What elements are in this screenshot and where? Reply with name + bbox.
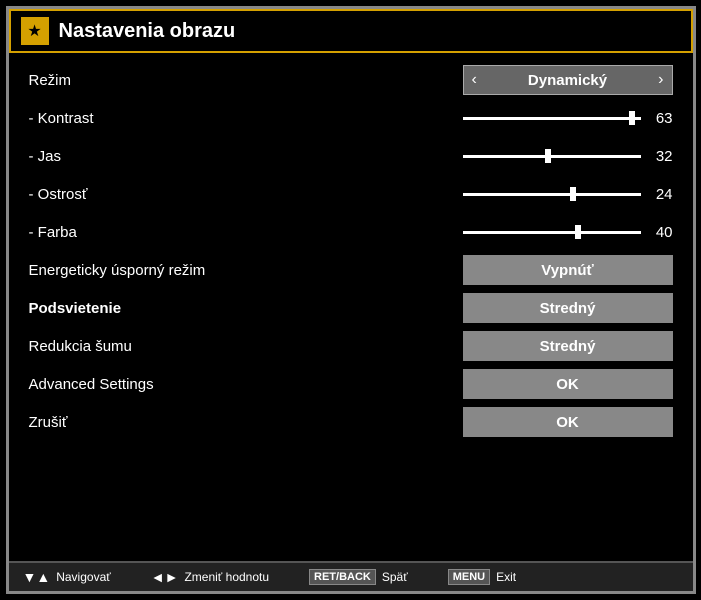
change-arrows-icon: ◄► <box>151 569 179 585</box>
footer-back-key: RET/BACK <box>309 569 376 585</box>
title-bar: ★ Nastavenia obrazu <box>9 9 693 53</box>
label-farba: - Farba <box>29 224 269 241</box>
mode-prev-arrow[interactable]: ‹ <box>472 71 477 89</box>
control-advanced[interactable]: OK <box>453 369 673 399</box>
row-zrusit: Zrušiť OK <box>29 403 673 441</box>
footer-back-label: Späť <box>382 570 408 584</box>
slider-value: 63 <box>649 110 673 127</box>
slider-value: 24 <box>649 186 673 203</box>
btn-advanced[interactable]: OK <box>463 369 673 399</box>
slider-track[interactable] <box>463 155 641 158</box>
label-redukcia: Redukcia šumu <box>29 338 269 355</box>
row-kontrast: - Kontrast 63 <box>29 99 673 137</box>
slider-value: 32 <box>649 148 673 165</box>
label-zrusit: Zrušiť <box>29 414 269 431</box>
screen: ★ Nastavenia obrazu Režim ‹ Dynamický › … <box>6 6 696 594</box>
settings-content: Režim ‹ Dynamický › - Kontrast 63 - Jas … <box>9 53 693 561</box>
slider-thumb[interactable] <box>575 225 581 239</box>
row-rezim: Režim ‹ Dynamický › <box>29 61 673 99</box>
control-energy[interactable]: Vypnúť <box>453 255 673 285</box>
mode-value: Dynamický <box>528 72 607 89</box>
row-farba: - Farba 40 <box>29 213 673 251</box>
slider-track[interactable] <box>463 193 641 196</box>
btn-podsvietenie[interactable]: Stredný <box>463 293 673 323</box>
control-rezim[interactable]: ‹ Dynamický › <box>453 65 673 95</box>
label-rezim: Režim <box>29 72 269 89</box>
row-energy: Energeticky úsporný režim Vypnúť <box>29 251 673 289</box>
footer-back-group: RET/BACK Späť <box>309 569 408 585</box>
row-advanced: Advanced Settings OK <box>29 365 673 403</box>
footer-change-keys: ◄► <box>151 569 179 585</box>
footer-nav-label: Navigovať <box>56 570 111 584</box>
label-jas: - Jas <box>29 148 269 165</box>
control-kontrast: 63 <box>453 110 673 127</box>
btn-redukcia[interactable]: Stredný <box>463 331 673 361</box>
mode-next-arrow[interactable]: › <box>658 71 663 89</box>
slider-thumb[interactable] <box>545 149 551 163</box>
slider-thumb[interactable] <box>629 111 635 125</box>
footer-menu-group: MENU Exit <box>448 569 516 585</box>
footer-menu-label: Exit <box>496 570 516 584</box>
slider-value: 40 <box>649 224 673 241</box>
control-farba: 40 <box>453 224 673 241</box>
control-podsvietenie[interactable]: Stredný <box>453 293 673 323</box>
footer: ▼▲ Navigovať ◄► Zmeniť hodnotu RET/BACK … <box>9 561 693 591</box>
footer-change-label: Zmeniť hodnotu <box>184 570 269 584</box>
slider-ostrost[interactable]: 24 <box>463 186 673 203</box>
footer-menu-key: MENU <box>448 569 490 585</box>
mode-selector[interactable]: ‹ Dynamický › <box>463 65 673 95</box>
slider-kontrast[interactable]: 63 <box>463 110 673 127</box>
row-podsvietenie: Podsvietenie Stredný <box>29 289 673 327</box>
control-redukcia[interactable]: Stredný <box>453 331 673 361</box>
footer-nav-group: ▼▲ Navigovať <box>23 569 111 585</box>
label-energy: Energeticky úsporný režim <box>29 262 269 279</box>
btn-energy[interactable]: Vypnúť <box>463 255 673 285</box>
slider-jas[interactable]: 32 <box>463 148 673 165</box>
footer-nav-keys: ▼▲ <box>23 569 51 585</box>
label-kontrast: - Kontrast <box>29 110 269 127</box>
row-ostrost: - Ostrosť 24 <box>29 175 673 213</box>
label-podsvietenie: Podsvietenie <box>29 300 269 317</box>
row-jas: - Jas 32 <box>29 137 673 175</box>
control-ostrost: 24 <box>453 186 673 203</box>
label-ostrost: - Ostrosť <box>29 186 269 203</box>
control-zrusit[interactable]: OK <box>453 407 673 437</box>
slider-thumb[interactable] <box>570 187 576 201</box>
slider-farba[interactable]: 40 <box>463 224 673 241</box>
btn-zrusit[interactable]: OK <box>463 407 673 437</box>
slider-track[interactable] <box>463 231 641 234</box>
slider-track[interactable] <box>463 117 641 120</box>
row-redukcia: Redukcia šumu Stredný <box>29 327 673 365</box>
footer-change-group: ◄► Zmeniť hodnotu <box>151 569 269 585</box>
page-title: Nastavenia obrazu <box>59 20 236 43</box>
nav-arrows-icon: ▼▲ <box>23 569 51 585</box>
control-jas: 32 <box>453 148 673 165</box>
title-icon: ★ <box>21 17 49 45</box>
label-advanced: Advanced Settings <box>29 376 269 393</box>
